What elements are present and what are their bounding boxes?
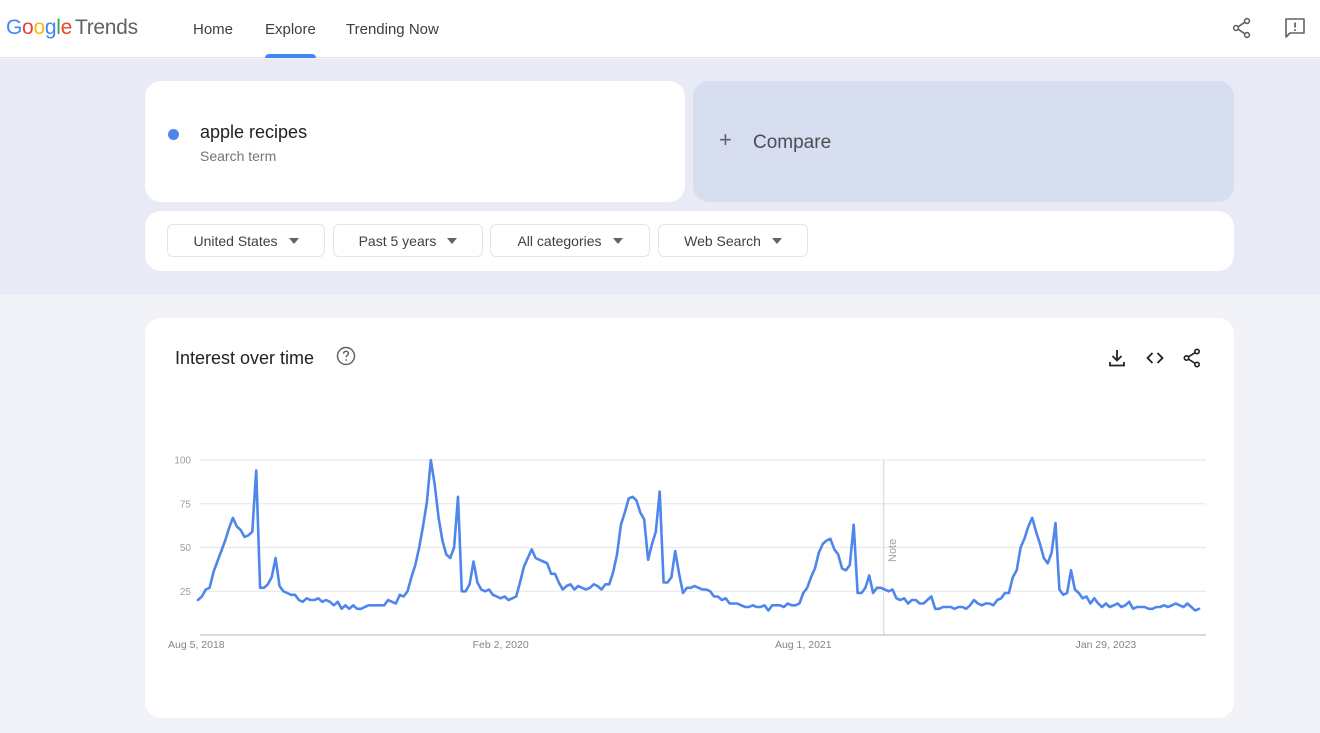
chevron-down-icon — [447, 237, 458, 244]
top-bar: Google Trends Home Explore Trending Now — [0, 0, 1320, 58]
nav-tab-explore[interactable]: Explore — [265, 0, 316, 58]
logo-letter: e — [60, 16, 73, 39]
note-label: Note — [887, 539, 899, 562]
nav-tab-trending-now[interactable]: Trending Now — [346, 0, 439, 58]
y-tick-label: 75 — [180, 499, 192, 510]
filter-bar: United States Past 5 years All categorie… — [145, 211, 1234, 271]
compare-button[interactable]: + Compare — [693, 81, 1234, 202]
search-term-type: Search term — [200, 148, 277, 164]
y-tick-label: 25 — [180, 587, 192, 598]
time-range-dropdown-label: Past 5 years — [358, 232, 437, 249]
category-dropdown[interactable]: All categories — [490, 224, 650, 257]
search-term-name[interactable]: apple recipes — [200, 122, 307, 143]
nav-tab-home[interactable]: Home — [193, 0, 233, 58]
compare-label: Compare — [753, 132, 832, 153]
chevron-down-icon — [612, 237, 623, 244]
logo-product-name: Trends — [74, 16, 138, 39]
chevron-down-icon — [771, 237, 782, 244]
logo-letter: g — [44, 16, 57, 39]
plus-icon: + — [719, 127, 732, 152]
logo-letter: G — [6, 16, 23, 39]
x-tick-label: Feb 2, 2020 — [473, 639, 529, 651]
logo-letter: o — [22, 16, 34, 39]
chevron-down-icon — [288, 237, 299, 244]
category-dropdown-label: All categories — [517, 232, 602, 249]
region-dropdown-label: United States — [193, 232, 278, 249]
search-type-dropdown-label: Web Search — [684, 232, 761, 249]
x-tick-label: Aug 1, 2021 — [775, 639, 832, 651]
x-tick-label: Jan 29, 2023 — [1076, 639, 1137, 651]
y-tick-label: 100 — [174, 456, 191, 467]
search-term-card[interactable]: apple recipes Search term — [145, 81, 685, 202]
share-icon[interactable] — [1230, 16, 1254, 40]
x-tick-label: Aug 5, 2018 — [168, 639, 225, 651]
interest-over-time-panel: Interest over time 25 50 75 100 Note Aug 5,… — [145, 318, 1234, 718]
time-range-dropdown[interactable]: Past 5 years — [333, 224, 483, 257]
interest-line-chart: 25 50 75 100 Note Aug 5, 2018 Feb 2, 2020 Aug… — [168, 456, 1206, 651]
logo-letter: o — [33, 16, 45, 39]
term-color-dot — [168, 129, 179, 140]
feedback-icon[interactable] — [1283, 16, 1307, 40]
region-dropdown[interactable]: United States — [167, 224, 325, 257]
google-trends-logo[interactable]: Google Trends — [6, 16, 138, 40]
search-type-dropdown[interactable]: Web Search — [658, 224, 808, 257]
y-tick-label: 50 — [180, 543, 192, 554]
